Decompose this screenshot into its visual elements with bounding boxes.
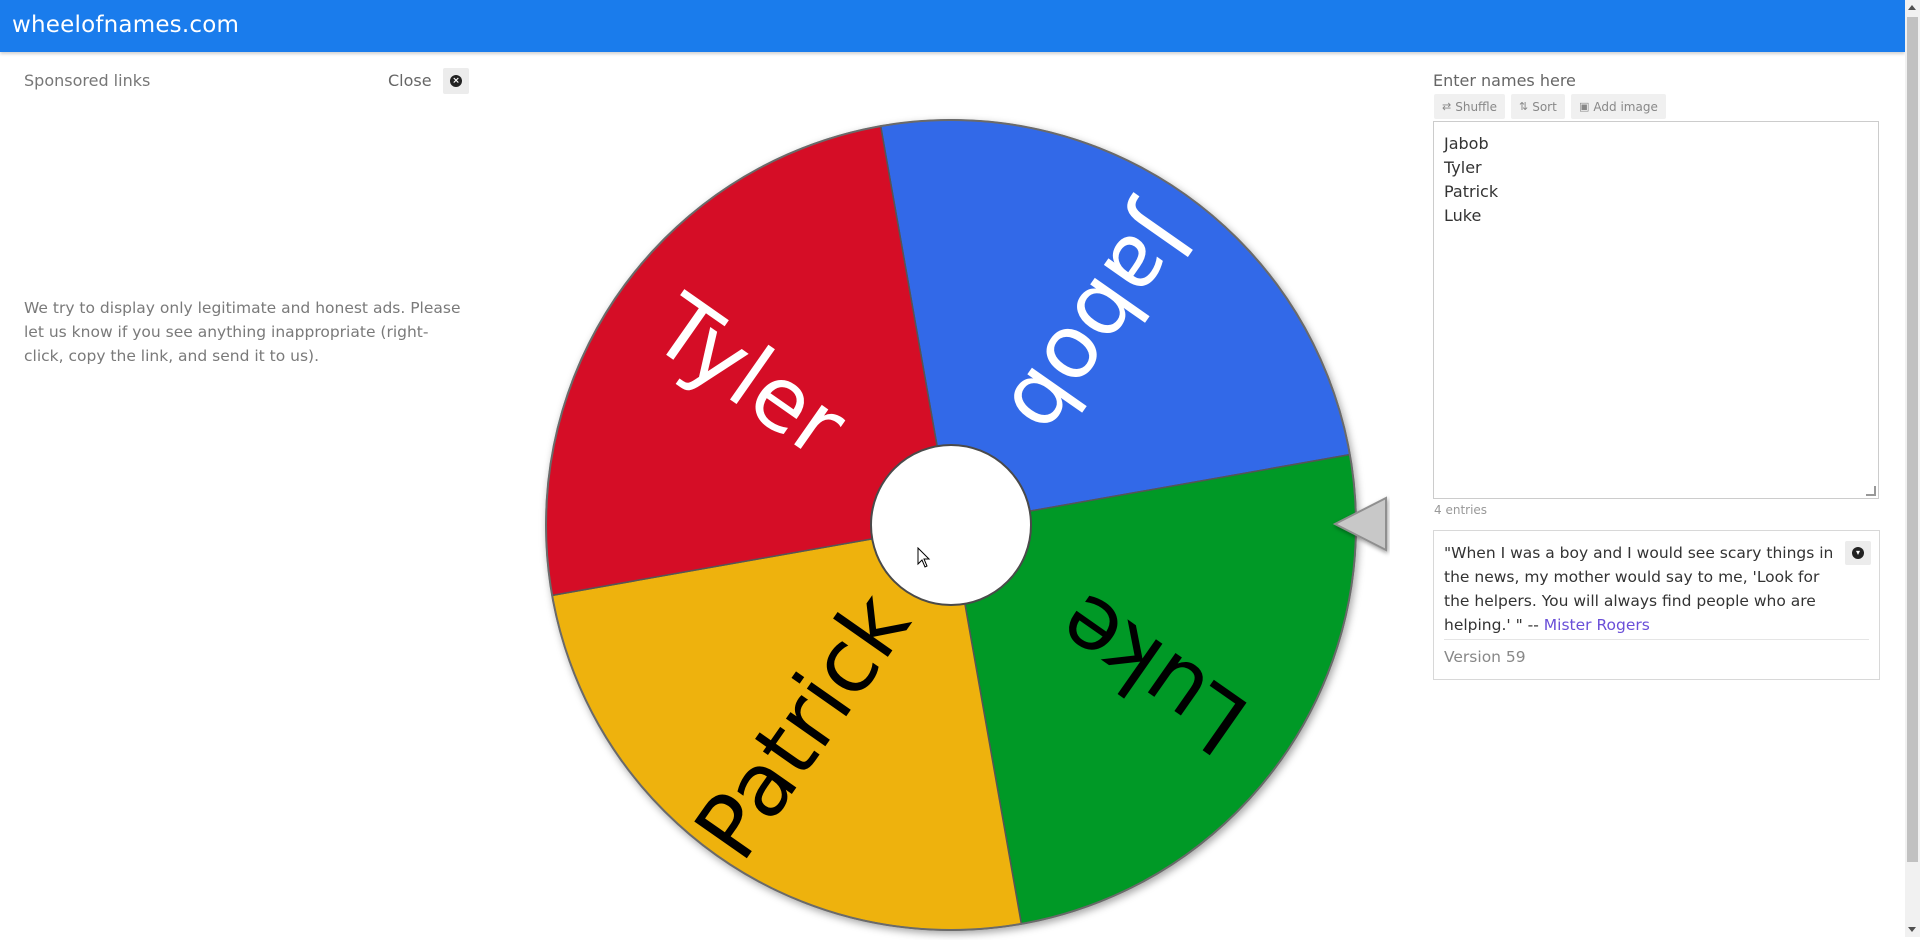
- pointer-triangle-icon: [1332, 496, 1387, 552]
- textarea-resize-handle[interactable]: [1866, 486, 1876, 496]
- scrollbar-thumb[interactable]: [1907, 17, 1918, 862]
- close-ads-button[interactable]: ×: [443, 68, 469, 94]
- version-label: Version 59: [1444, 648, 1526, 666]
- names-input-label: Enter names here: [1433, 71, 1576, 90]
- name-wheel[interactable]: Jabob Luke Patrick Tyler: [536, 110, 1366, 940]
- shuffle-button-label: Shuffle: [1455, 99, 1498, 114]
- top-navbar: wheelofnames.com: [0, 0, 1905, 52]
- name-entry: Jabob: [1444, 134, 1489, 153]
- quote-card: "When I was a boy and I would see scary …: [1433, 530, 1880, 680]
- image-icon: ▣: [1579, 100, 1590, 113]
- mouse-cursor-icon: [917, 546, 931, 573]
- shuffle-icon: ⇄: [1442, 100, 1452, 113]
- shuffle-button[interactable]: ⇄ Shuffle: [1434, 94, 1506, 119]
- sort-icon: ⇅: [1519, 100, 1529, 113]
- site-title[interactable]: wheelofnames.com: [12, 12, 239, 38]
- chevron-down-circle-icon: ▾: [1852, 547, 1864, 559]
- wheel-center-hub[interactable]: [870, 444, 1032, 606]
- sponsored-links-label: Sponsored links: [24, 71, 151, 90]
- close-ads-link[interactable]: Close: [388, 71, 432, 90]
- quote-text-block: "When I was a boy and I would see scary …: [1444, 541, 1844, 637]
- page-scrollbar[interactable]: [1905, 0, 1920, 937]
- scroll-up-icon[interactable]: [1908, 5, 1916, 10]
- collapse-quote-button[interactable]: ▾: [1845, 541, 1871, 565]
- quote-divider: [1444, 639, 1869, 640]
- sort-button-label: Sort: [1532, 99, 1557, 114]
- name-entry: Tyler: [1444, 158, 1482, 177]
- ad-disclaimer-text: We try to display only legitimate and ho…: [24, 299, 461, 365]
- add-image-button-label: Add image: [1593, 99, 1658, 114]
- name-entry: Patrick: [1444, 182, 1499, 201]
- add-image-button[interactable]: ▣ Add image: [1571, 94, 1666, 119]
- name-entry: Luke: [1444, 206, 1482, 225]
- scroll-down-icon[interactable]: [1908, 927, 1916, 932]
- quote-author-link[interactable]: Mister Rogers: [1544, 616, 1650, 634]
- entries-count: 4 entries: [1434, 503, 1488, 517]
- wheel-svg[interactable]: JabobLukePatrickTyler: [536, 110, 1366, 940]
- close-circle-icon: ×: [450, 75, 462, 87]
- names-textarea[interactable]: Jabob Tyler Patrick Luke: [1433, 121, 1879, 499]
- sort-button[interactable]: ⇅ Sort: [1511, 94, 1565, 119]
